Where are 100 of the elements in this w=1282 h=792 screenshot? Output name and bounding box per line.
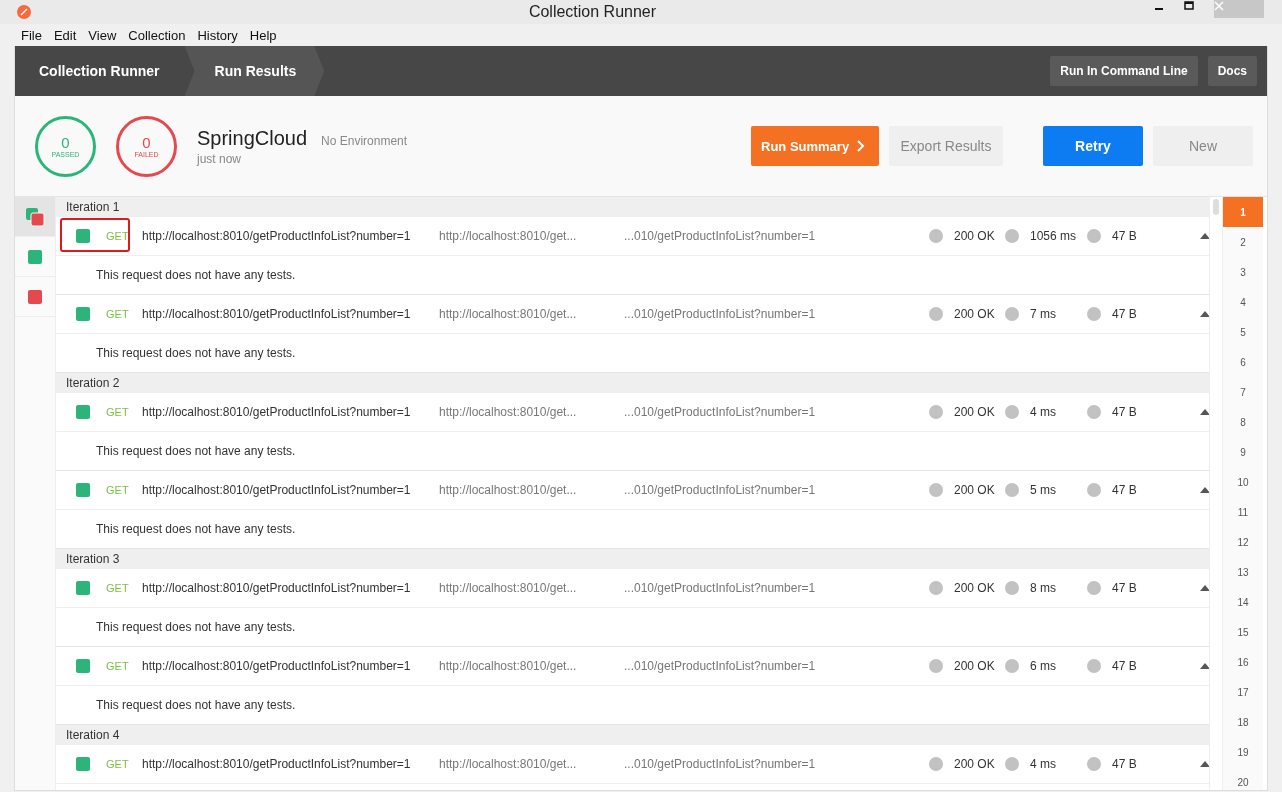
response-size: 47 B [1112, 483, 1138, 497]
response-size: 47 B [1112, 307, 1138, 321]
table-cell-text: ...010/getProductInfoList?number=1 [624, 307, 817, 321]
table-cell-text: http://localhost:8010/get... [439, 757, 578, 771]
method-label: GET [106, 758, 130, 770]
status-dot-icon [929, 581, 943, 595]
request-url: http://localhost:8010/getProductInfoList?number=1 [142, 229, 412, 243]
action-button[interactable]: Retry [1043, 126, 1143, 166]
method-label: GET [106, 308, 130, 320]
table-cell-text: http://localhost:8010/get... [439, 659, 578, 673]
tests-message: This request does not have any tests. [56, 608, 1209, 647]
tests-message: This request does not have any tests. [56, 432, 1209, 471]
time-dot-icon [1005, 581, 1019, 595]
table-cell-text: http://localhost:8010/get... [439, 307, 578, 321]
menu-item[interactable]: File [15, 27, 48, 43]
failed-status-icon[interactable] [28, 289, 42, 304]
mixed-status-icon[interactable] [25, 206, 45, 227]
iteration-header: Iteration 4 [56, 725, 1209, 745]
size-dot-icon [1087, 307, 1101, 321]
status-code: 200 OK [954, 307, 996, 321]
collapse-caret-icon[interactable] [1200, 311, 1209, 317]
iteration-tab[interactable]: 6 [1223, 347, 1263, 377]
iteration-tab[interactable]: 13 [1223, 557, 1263, 587]
time-dot-icon [1005, 229, 1019, 243]
table-cell-text: http://localhost:8010/get... [439, 229, 578, 243]
iteration-tab[interactable]: 14 [1223, 587, 1263, 617]
size-dot-icon [1087, 659, 1101, 673]
iteration-tab[interactable]: 16 [1223, 647, 1263, 677]
status-dot-icon [929, 483, 943, 497]
table-cell-text: ...010/getProductInfoList?number=1 [624, 581, 817, 595]
iteration-header: Iteration 3 [56, 549, 1209, 569]
window-title: Collection Runner [527, 3, 658, 21]
size-dot-icon [1087, 581, 1101, 595]
menu-item[interactable]: Help [243, 27, 283, 43]
response-time: 5 ms [1030, 483, 1057, 497]
status-code: 200 OK [954, 483, 996, 497]
collapse-caret-icon[interactable] [1200, 585, 1209, 591]
response-time: 4 ms [1030, 757, 1057, 771]
table-cell-text: http://localhost:8010/get... [439, 483, 578, 497]
time-dot-icon [1005, 483, 1019, 497]
iteration-tab[interactable]: 5 [1223, 317, 1263, 347]
status-code: 200 OK [954, 405, 996, 419]
iteration-tab[interactable]: 7 [1223, 377, 1263, 407]
status-code: 200 OK [954, 659, 996, 673]
collapse-caret-icon[interactable] [1200, 233, 1209, 239]
menu-item[interactable]: Edit [47, 27, 83, 43]
table-cell-text: ...010/getProductInfoList?number=1 [624, 483, 817, 497]
method-label: GET [106, 660, 130, 672]
table-cell-text: ...010/getProductInfoList?number=1 [624, 405, 817, 419]
iteration-tab[interactable]: 15 [1223, 617, 1263, 647]
iteration-tab[interactable]: 20 [1223, 767, 1263, 790]
iteration-tab[interactable]: 11 [1223, 497, 1263, 527]
iteration-tab[interactable]: 12 [1223, 527, 1263, 557]
request-url: http://localhost:8010/getProductInfoList?number=1 [142, 483, 412, 497]
menu-item[interactable]: View [82, 27, 123, 43]
table-cell-text: ...010/getProductInfoList?number=1 [624, 659, 817, 673]
iteration-tab[interactable]: 19 [1223, 737, 1263, 767]
response-size: 47 B [1112, 405, 1138, 419]
iteration-tab[interactable]: 17 [1223, 677, 1263, 707]
size-dot-icon [1087, 229, 1101, 243]
method-label: GET [106, 230, 130, 242]
status-code: 200 OK [954, 229, 996, 243]
method-label: GET [106, 582, 130, 594]
time-dot-icon [1005, 757, 1019, 771]
iteration-tab[interactable]: 10 [1223, 467, 1263, 497]
collapse-caret-icon[interactable] [1200, 761, 1209, 767]
environment-label: No Environment [321, 133, 408, 148]
breadcrumb-tab[interactable]: Run Results [184, 46, 325, 96]
breadcrumb-tab[interactable]: Collection Runner [15, 46, 185, 96]
iteration-tab[interactable]: 9 [1223, 437, 1263, 467]
iteration-header: Iteration 1 [56, 197, 1209, 217]
chevron-right-icon [857, 140, 866, 152]
menu-item[interactable]: History [191, 27, 244, 43]
scrollbar-thumb[interactable] [1213, 199, 1219, 215]
status-dot-icon [929, 659, 943, 673]
response-size: 47 B [1112, 659, 1138, 673]
size-dot-icon [1087, 757, 1101, 771]
iteration-tab[interactable]: 3 [1223, 257, 1263, 287]
status-code: 200 OK [954, 757, 996, 771]
response-size: 47 B [1112, 229, 1138, 243]
time-dot-icon [1005, 307, 1019, 321]
menu-item[interactable]: Collection [122, 27, 192, 43]
iteration-tab[interactable]: 18 [1223, 707, 1263, 737]
iteration-header: Iteration 2 [56, 373, 1209, 393]
toolbar-button[interactable]: Docs [1207, 56, 1257, 86]
response-time: 8 ms [1030, 581, 1057, 595]
response-time: 1056 ms [1030, 229, 1078, 243]
table-cell-text: http://localhost:8010/get... [439, 405, 578, 419]
status-dot-icon [929, 307, 943, 321]
iteration-tab[interactable]: 4 [1223, 287, 1263, 317]
request-url: http://localhost:8010/getProductInfoList?number=1 [142, 405, 412, 419]
status-dot-icon [929, 757, 943, 771]
status-code: 200 OK [954, 581, 996, 595]
iteration-tab[interactable]: 2 [1223, 227, 1263, 257]
toolbar-button[interactable]: Run In Command Line [1050, 56, 1198, 86]
collapse-caret-icon[interactable] [1200, 663, 1209, 669]
collection-name: SpringCloud [197, 126, 308, 149]
iteration-tab[interactable]: 8 [1223, 407, 1263, 437]
collapse-caret-icon[interactable] [1200, 487, 1209, 493]
collapse-caret-icon[interactable] [1200, 409, 1209, 415]
